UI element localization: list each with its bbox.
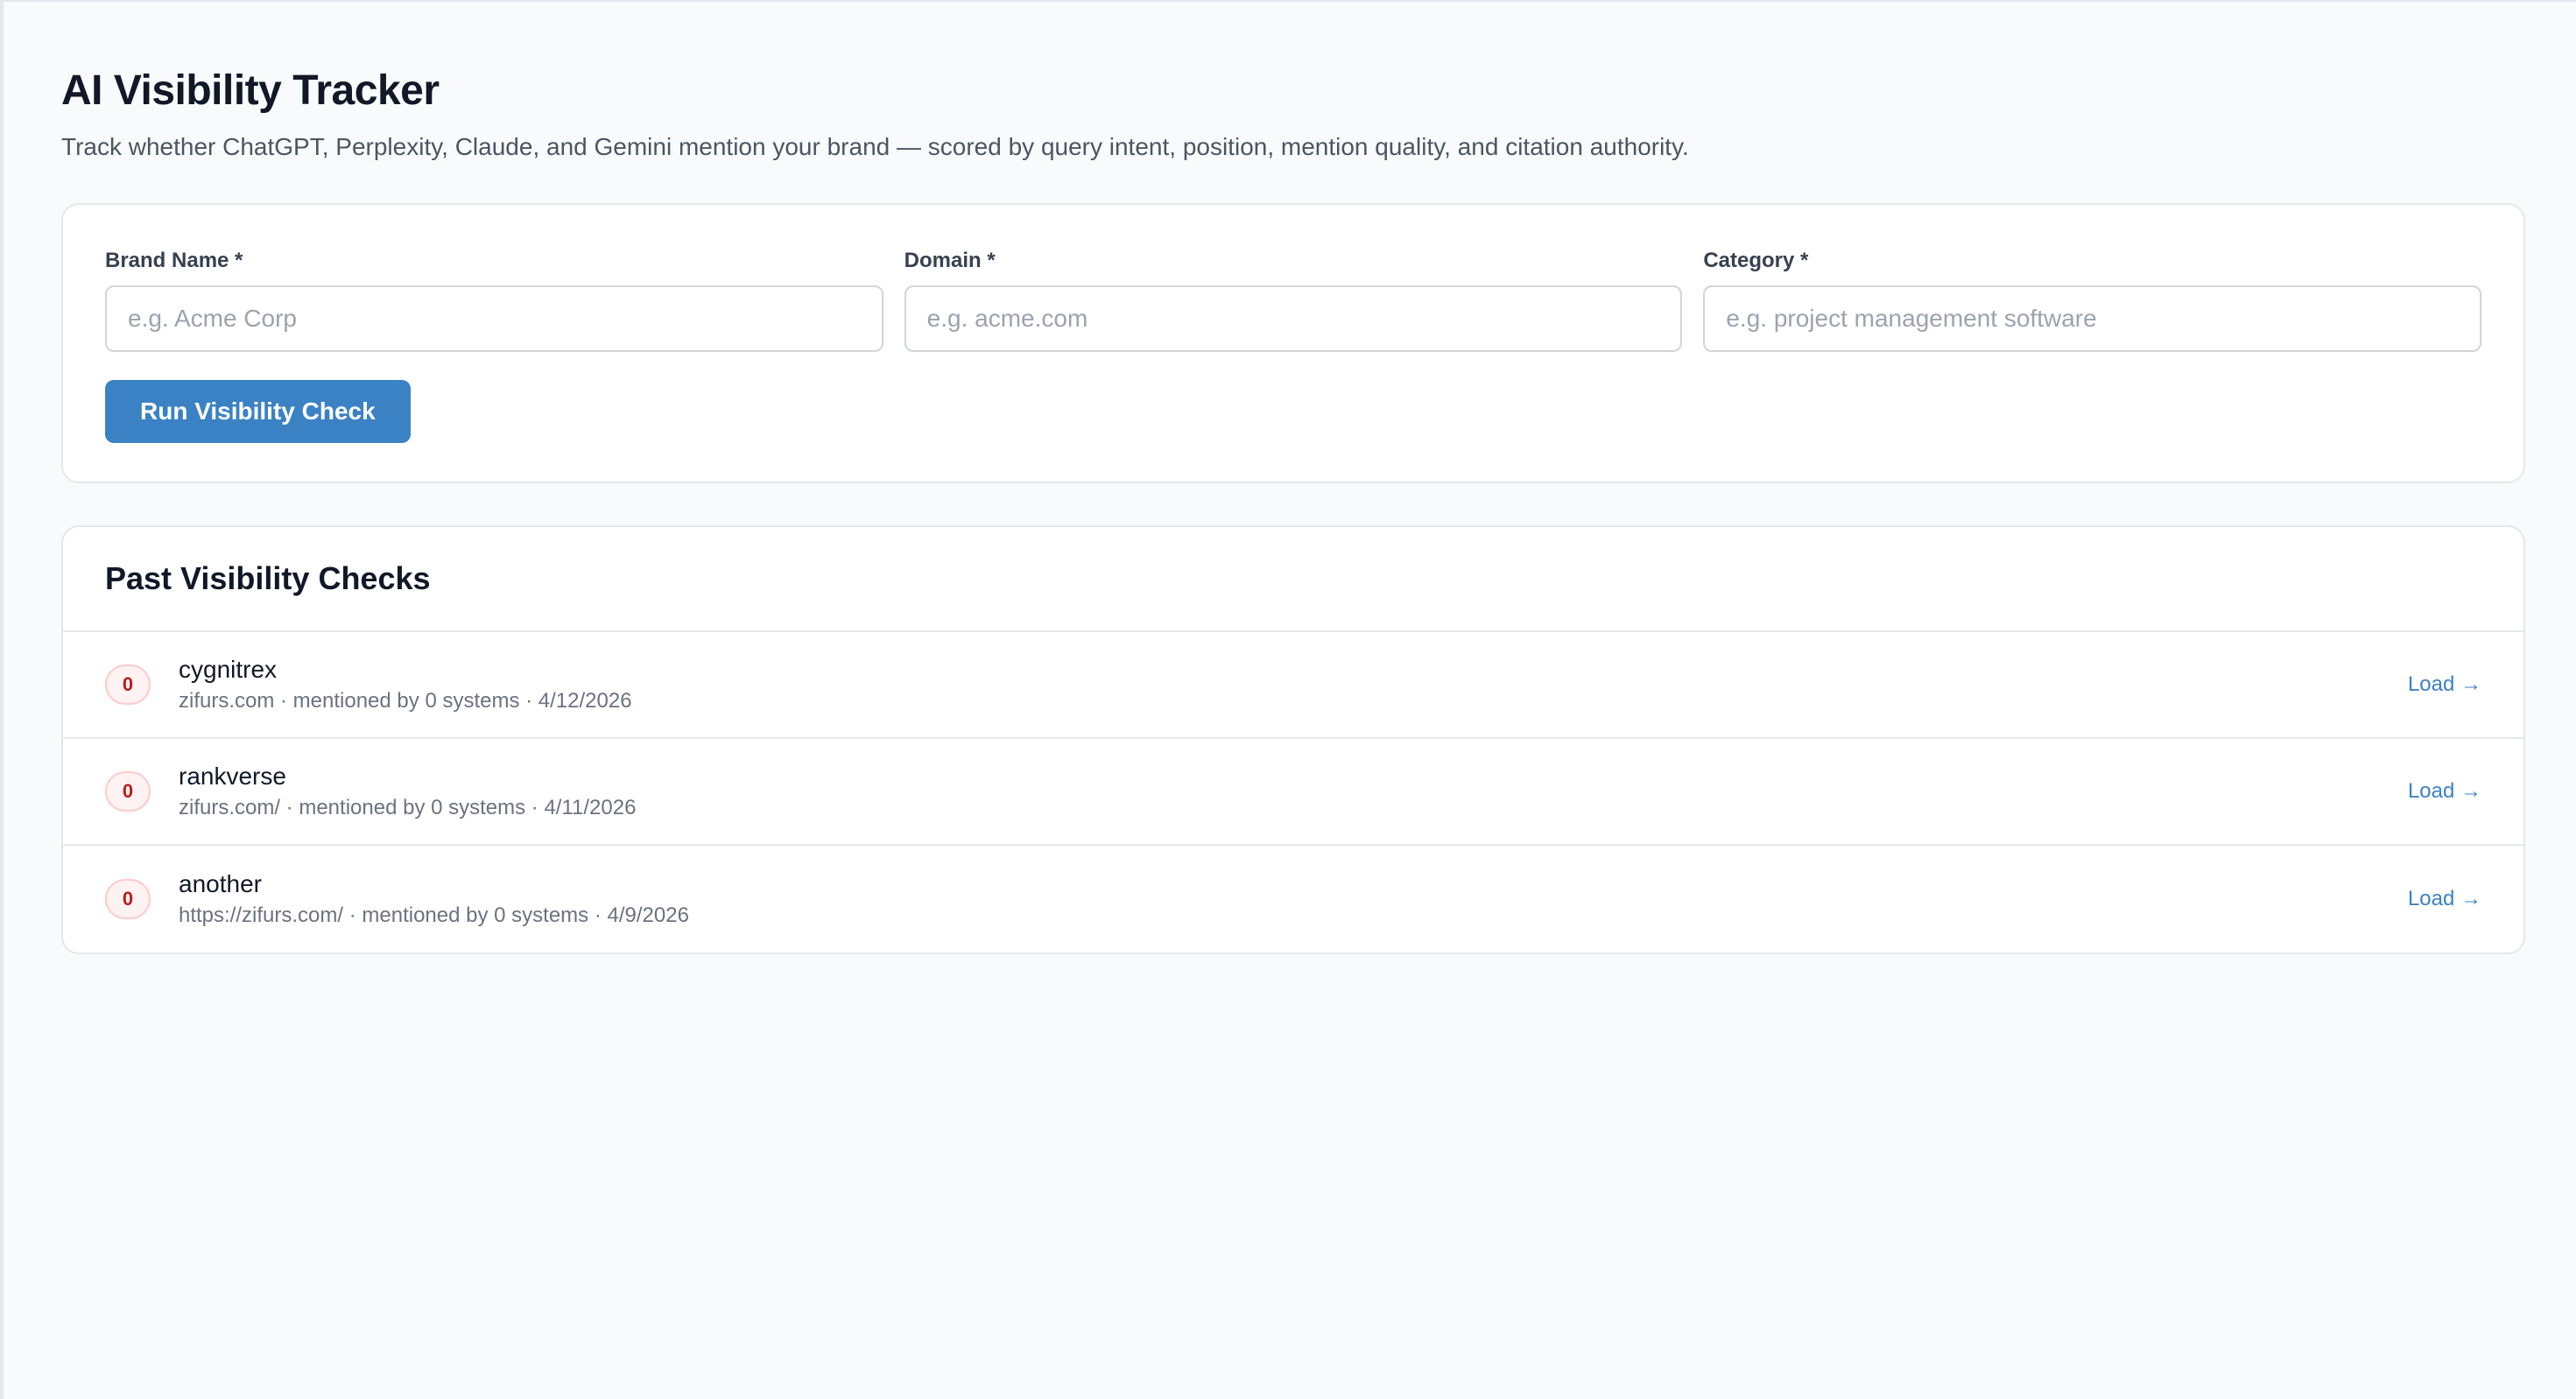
page-subtitle: Track whether ChatGPT, Perplexity, Claud… bbox=[61, 133, 1689, 160]
past-checks-panel: Past Visibility Checks 0 cygnitrex zifur… bbox=[61, 525, 2525, 954]
history-brand-name: cygnitrex bbox=[179, 656, 278, 683]
page-content: AI Visibility Tracker Track whether Chat… bbox=[61, 53, 2525, 954]
domain-field: Domain * bbox=[904, 247, 1683, 352]
domain-label: Domain * bbox=[904, 249, 996, 272]
visibility-check-form: Brand Name * Domain * Category * Run Vis… bbox=[61, 203, 2525, 483]
load-link[interactable]: Load → bbox=[2408, 779, 2481, 804]
past-checks-title: Past Visibility Checks bbox=[105, 560, 431, 596]
history-brand-name: another bbox=[179, 870, 262, 897]
history-row: 0 cygnitrex zifurs.com · mentioned by 0 … bbox=[63, 632, 2523, 739]
category-input[interactable] bbox=[1703, 285, 2482, 352]
history-row: 0 rankverse zifurs.com/ · mentioned by 0… bbox=[63, 739, 2523, 846]
history-row-text: rankverse zifurs.com/ · mentioned by 0 s… bbox=[179, 761, 2408, 822]
history-meta: zifurs.com/ · mentioned by 0 systems · 4… bbox=[179, 796, 637, 819]
history-meta: zifurs.com · mentioned by 0 systems · 4/… bbox=[179, 689, 632, 713]
load-link[interactable]: Load → bbox=[2408, 672, 2481, 697]
history-row-text: cygnitrex zifurs.com · mentioned by 0 sy… bbox=[179, 654, 2408, 715]
brand-name-input[interactable] bbox=[105, 285, 883, 352]
history-meta: https://zifurs.com/ · mentioned by 0 sys… bbox=[179, 903, 689, 927]
brand-field: Brand Name * bbox=[105, 247, 883, 352]
category-field: Category * bbox=[1703, 247, 2482, 352]
window-left-border bbox=[0, 0, 4, 1399]
page-title: AI Visibility Tracker bbox=[61, 67, 440, 114]
load-link[interactable]: Load → bbox=[2408, 887, 2481, 911]
history-brand-name: rankverse bbox=[179, 763, 286, 790]
score-badge: 0 bbox=[105, 771, 151, 812]
score-badge: 0 bbox=[105, 879, 151, 919]
history-row-text: another https://zifurs.com/ · mentioned … bbox=[179, 868, 2408, 930]
window-top-border bbox=[0, 0, 2576, 2]
domain-input[interactable] bbox=[904, 285, 1683, 352]
history-row: 0 another https://zifurs.com/ · mentione… bbox=[63, 846, 2523, 953]
category-label: Category * bbox=[1703, 249, 1809, 272]
run-visibility-check-button[interactable]: Run Visibility Check bbox=[105, 380, 411, 443]
past-checks-header: Past Visibility Checks bbox=[63, 527, 2523, 632]
form-fields-row: Brand Name * Domain * Category * bbox=[105, 247, 2482, 352]
score-badge: 0 bbox=[105, 664, 151, 705]
brand-name-label: Brand Name * bbox=[105, 249, 243, 272]
